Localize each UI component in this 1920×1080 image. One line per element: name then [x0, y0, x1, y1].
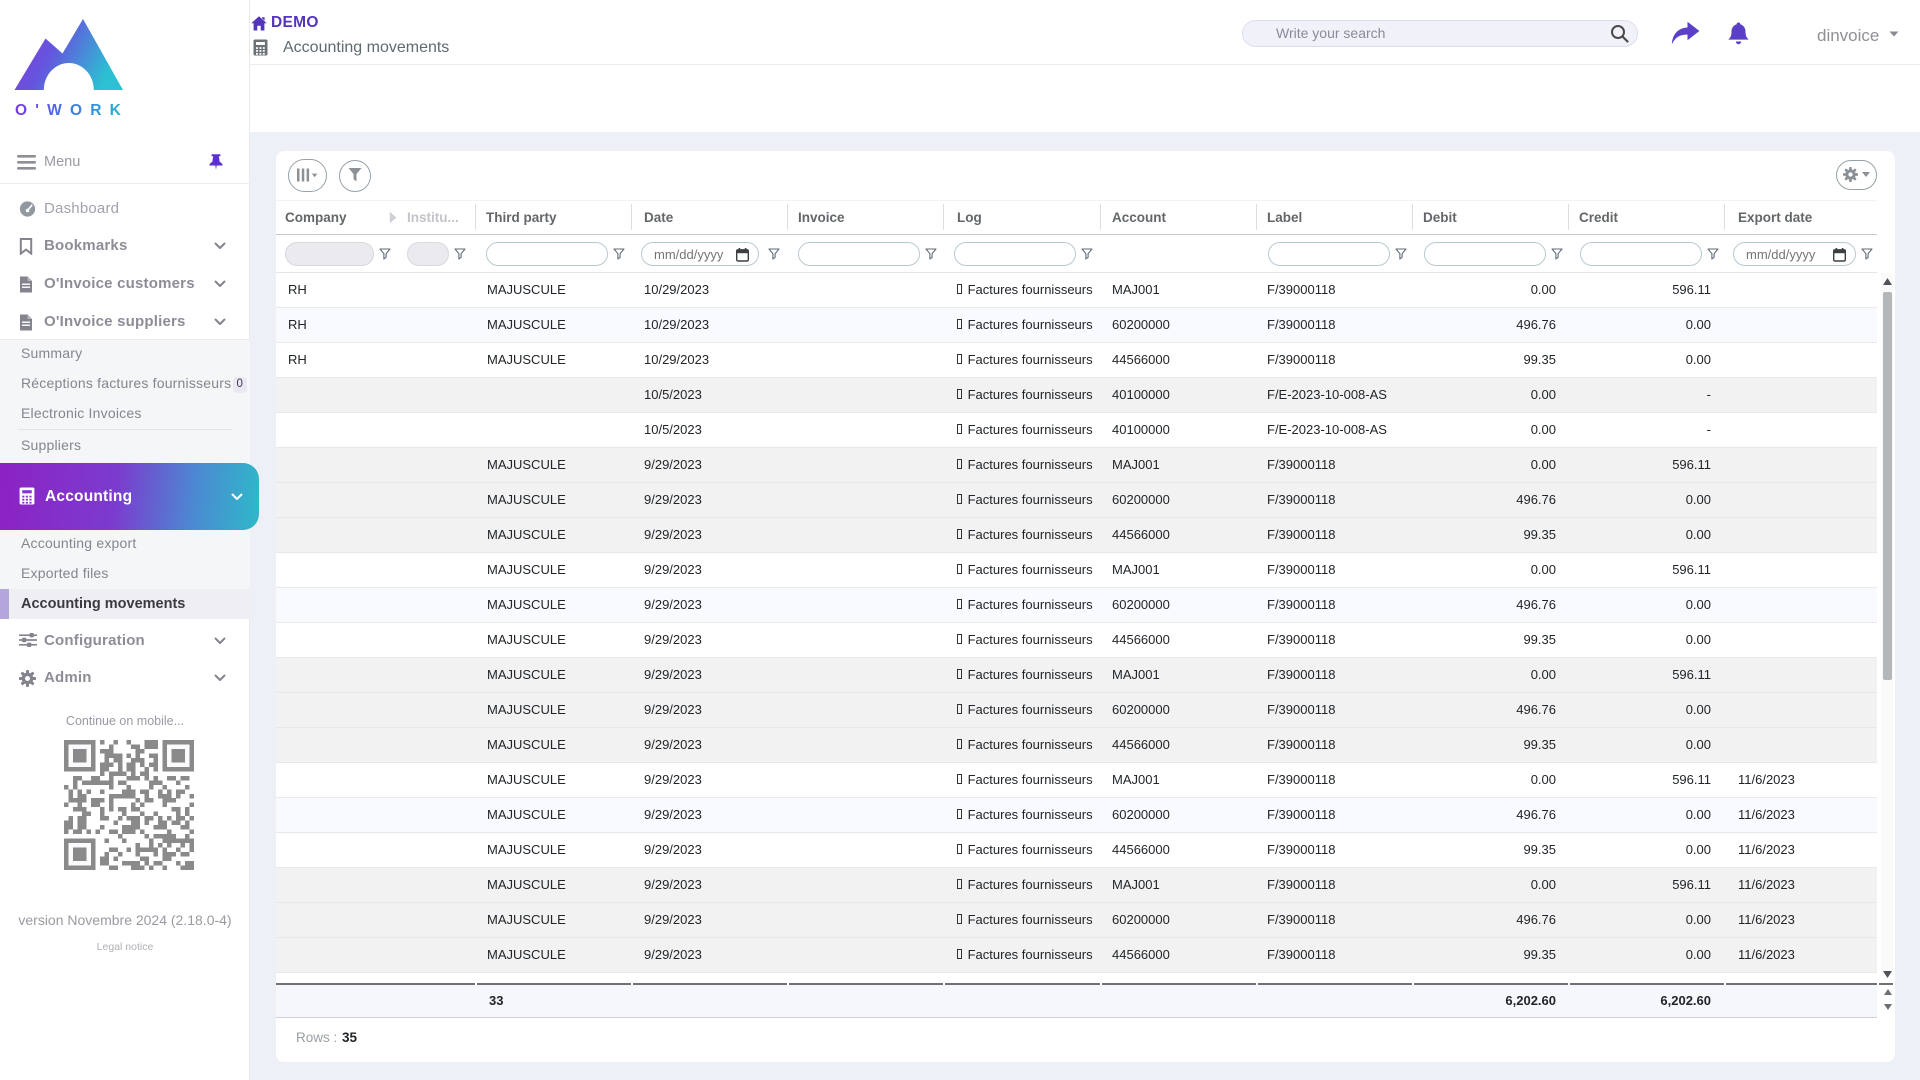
- svg-text:O'WORK: O'WORK: [15, 102, 124, 116]
